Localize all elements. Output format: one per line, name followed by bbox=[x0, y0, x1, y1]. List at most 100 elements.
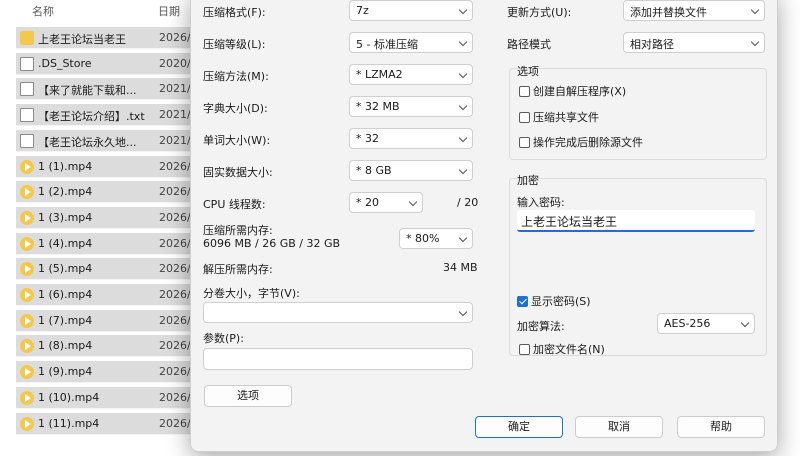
file-date: 2026/ bbox=[159, 210, 191, 224]
split-select[interactable] bbox=[203, 302, 473, 323]
options-button[interactable]: 选项 bbox=[204, 385, 292, 407]
video-icon bbox=[20, 416, 34, 431]
checkbox-icon bbox=[519, 344, 530, 355]
file-date: 2026/ bbox=[159, 313, 191, 327]
dict-label: 字典大小(D): bbox=[203, 102, 268, 115]
file-date: 2021/ bbox=[159, 133, 191, 147]
file-name: 【老王论坛永久地... bbox=[38, 135, 137, 149]
options-group-title: 选项 bbox=[517, 65, 539, 78]
cpu-select[interactable]: * 20 bbox=[349, 192, 423, 213]
file-name: 1 (8).mp4 bbox=[38, 339, 93, 353]
checkbox-icon bbox=[519, 86, 530, 97]
ok-button[interactable]: 确定 bbox=[475, 416, 563, 438]
file-name: 1 (9).mp4 bbox=[38, 365, 93, 379]
video-icon bbox=[20, 313, 34, 328]
video-icon bbox=[20, 288, 34, 302]
file-date: 2026/ bbox=[159, 288, 191, 301]
column-header-date[interactable]: 日期 bbox=[158, 3, 180, 19]
chevron-down-icon bbox=[458, 101, 468, 111]
file-name: 1 (3).mp4 bbox=[38, 210, 93, 224]
video-icon bbox=[20, 236, 34, 251]
video-icon bbox=[20, 210, 34, 225]
update-label: 更新方式(U): bbox=[507, 6, 572, 19]
chevron-down-icon bbox=[458, 5, 468, 15]
video-icon bbox=[20, 365, 34, 380]
word-label: 单词大小(W): bbox=[203, 134, 271, 147]
file-date: 2026/ bbox=[159, 390, 191, 404]
file-icon bbox=[20, 82, 34, 97]
file-date: 2026/ bbox=[159, 31, 191, 44]
params-label: 参数(P): bbox=[203, 332, 244, 345]
file-date: 2021/ bbox=[159, 82, 191, 96]
params-input[interactable] bbox=[203, 348, 473, 370]
mem-select[interactable]: * 80% bbox=[399, 228, 473, 249]
video-icon bbox=[20, 185, 34, 200]
sfx-checkbox[interactable]: 创建自解压程序(X) bbox=[519, 83, 626, 99]
video-icon bbox=[20, 339, 34, 354]
decomp-label: 解压所需内存: bbox=[203, 263, 273, 276]
file-name: 1 (1).mp4 bbox=[38, 159, 93, 173]
add-to-archive-dialog: 压缩格式(F): 7z 压缩等级(L): 5 - 标准压缩 压缩方法(M): *… bbox=[190, 0, 778, 452]
word-select[interactable]: * 32 bbox=[349, 128, 473, 149]
file-date: 2026/ bbox=[159, 236, 191, 250]
solid-select[interactable]: * 8 GB bbox=[349, 160, 473, 181]
password-input[interactable]: 上老王论坛当老王 bbox=[517, 210, 755, 232]
file-date: 2021/ bbox=[159, 108, 191, 122]
video-icon bbox=[20, 262, 34, 277]
video-icon bbox=[20, 159, 34, 174]
file-name: 1 (4).mp4 bbox=[38, 236, 93, 250]
file-date: 2026/ bbox=[159, 159, 191, 173]
file-name: 1 (5).mp4 bbox=[38, 262, 93, 276]
file-name: 1 (11).mp4 bbox=[38, 416, 100, 430]
file-name: 【来了就能下载和... bbox=[38, 84, 137, 98]
level-select[interactable]: 5 - 标准压缩 bbox=[349, 32, 473, 53]
chevron-down-icon bbox=[458, 133, 468, 143]
chevron-down-icon bbox=[750, 5, 760, 15]
file-date: 2026/ bbox=[159, 185, 191, 199]
chevron-down-icon bbox=[458, 69, 468, 79]
update-select[interactable]: 添加并替换文件 bbox=[623, 0, 765, 21]
mem-label: 压缩所需内存: bbox=[203, 224, 273, 237]
file-name: 1 (7).mp4 bbox=[38, 313, 93, 327]
chevron-down-icon bbox=[458, 165, 468, 175]
dict-select[interactable]: * 32 MB bbox=[349, 96, 473, 117]
method-label: 压缩方法(M): bbox=[203, 70, 269, 83]
checkbox-checked-icon bbox=[517, 296, 528, 307]
shared-checkbox[interactable]: 压缩共享文件 bbox=[519, 109, 599, 125]
algorithm-select[interactable]: AES-256 bbox=[657, 313, 755, 334]
cpu-label: CPU 线程数: bbox=[203, 198, 266, 211]
cpu-total: / 20 bbox=[457, 196, 479, 209]
file-icon bbox=[20, 56, 34, 71]
level-label: 压缩等级(L): bbox=[203, 38, 266, 51]
format-select[interactable]: 7z bbox=[349, 0, 473, 21]
show-password-checkbox[interactable]: 显示密码(S) bbox=[517, 293, 591, 309]
method-select[interactable]: * LZMA2 bbox=[349, 64, 473, 85]
chevron-down-icon bbox=[750, 37, 760, 47]
column-header-name[interactable]: 名称 bbox=[32, 3, 54, 19]
mem-detail: 6096 MB / 26 GB / 32 GB bbox=[203, 237, 341, 250]
help-button[interactable]: 帮助 bbox=[677, 416, 765, 438]
encrypt-names-checkbox[interactable]: 加密文件名(N) bbox=[519, 341, 605, 357]
delete-after-checkbox[interactable]: 操作完成后删除源文件 bbox=[519, 134, 643, 150]
folder-icon bbox=[20, 31, 34, 45]
file-name: 1 (6).mp4 bbox=[38, 288, 93, 301]
encryption-group-title: 加密 bbox=[517, 174, 539, 187]
format-label: 压缩格式(F): bbox=[203, 6, 266, 19]
file-date: 2026/ bbox=[159, 339, 191, 353]
split-label: 分卷大小，字节(V): bbox=[203, 287, 300, 300]
file-name: 1 (10).mp4 bbox=[38, 390, 100, 404]
chevron-down-icon bbox=[408, 197, 418, 207]
file-name: 【老王论坛介绍】.txt bbox=[38, 110, 145, 124]
path-label: 路径模式 bbox=[507, 38, 551, 51]
checkbox-icon bbox=[519, 112, 530, 123]
file-name: .DS_Store bbox=[38, 56, 92, 70]
file-name: 上老王论坛当老王 bbox=[38, 33, 126, 46]
file-date: 2026/ bbox=[159, 262, 191, 276]
password-label: 输入密码: bbox=[517, 196, 565, 209]
file-date: 2026/ bbox=[159, 365, 191, 379]
cancel-button[interactable]: 取消 bbox=[575, 416, 663, 438]
chevron-down-icon bbox=[458, 37, 468, 47]
file-name: 1 (2).mp4 bbox=[38, 185, 93, 199]
video-icon bbox=[20, 390, 34, 405]
path-select[interactable]: 相对路径 bbox=[623, 32, 765, 53]
